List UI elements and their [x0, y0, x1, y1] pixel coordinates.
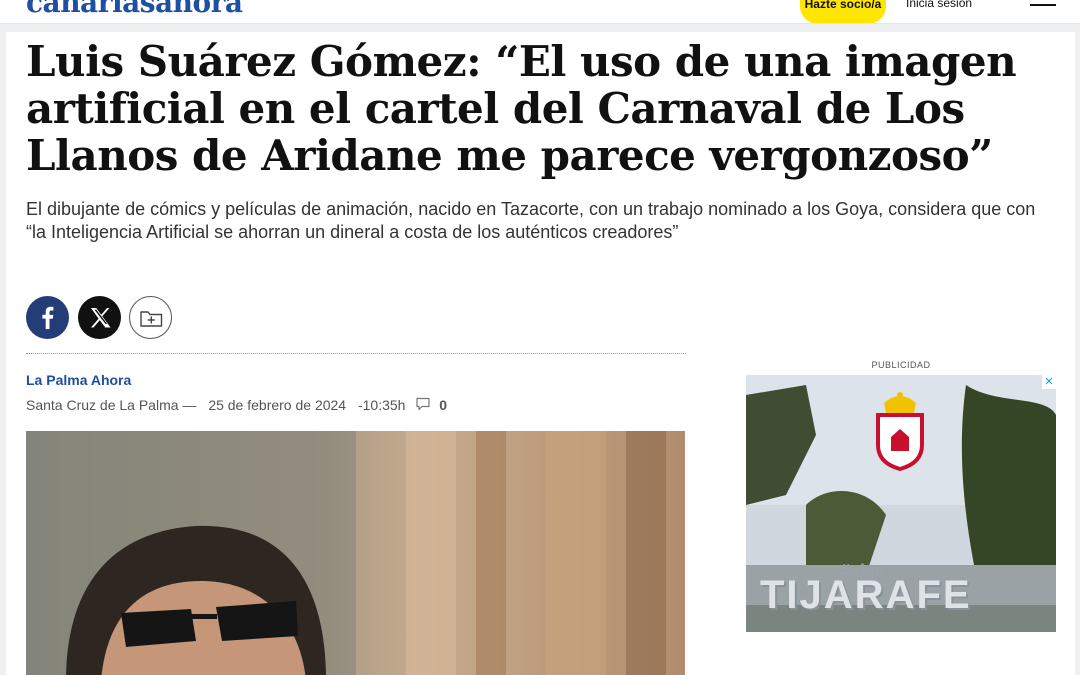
article-meta: Santa Cruz de La Palma — 25 de febrero d…	[26, 396, 447, 413]
x-share-button[interactable]	[78, 296, 121, 339]
join-button[interactable]: Hazte socio/a	[800, 0, 886, 23]
x-icon	[91, 308, 111, 328]
ad-sign-text: TIJARAFE	[760, 573, 972, 617]
coat-of-arms-icon	[876, 392, 924, 472]
advertising-label: PUBLICIDAD	[871, 360, 931, 370]
comment-icon[interactable]	[415, 397, 431, 411]
author-link[interactable]: La Palma Ahora	[26, 372, 131, 388]
save-article-button[interactable]	[129, 296, 172, 339]
advertisement-banner[interactable]: #vive TIJARAFE ✕	[746, 375, 1056, 632]
article-header-card: Luis Suárez Gómez: “El uso de una imagen…	[6, 32, 1075, 288]
comment-count[interactable]: 0	[439, 397, 447, 413]
ad-close-icon[interactable]: ✕	[1042, 375, 1056, 389]
save-folder-icon	[140, 311, 163, 327]
article-date: 25 de febrero de 2024	[208, 397, 347, 414]
article-headline: Luis Suárez Gómez: “El uso de una imagen…	[26, 37, 1017, 180]
hamburger-menu-icon[interactable]	[1030, 0, 1056, 12]
facebook-share-button[interactable]	[26, 296, 69, 339]
article-subtitle: El dibujante de cómics y películas de an…	[26, 199, 1036, 242]
site-logo[interactable]: canariasahora	[26, 0, 243, 19]
article-time: -10:35h	[357, 397, 406, 414]
article-location: Santa Cruz de La Palma —	[26, 397, 197, 414]
top-navigation-bar: canariasahora Hazte socio/a Inicia sesió…	[0, 0, 1080, 24]
article-photo	[26, 431, 685, 675]
divider	[26, 353, 686, 354]
article-body: La Palma Ahora Santa Cruz de La Palma — …	[6, 288, 1075, 675]
login-link[interactable]: Inicia sesión	[906, 0, 972, 10]
facebook-icon	[42, 306, 54, 329]
